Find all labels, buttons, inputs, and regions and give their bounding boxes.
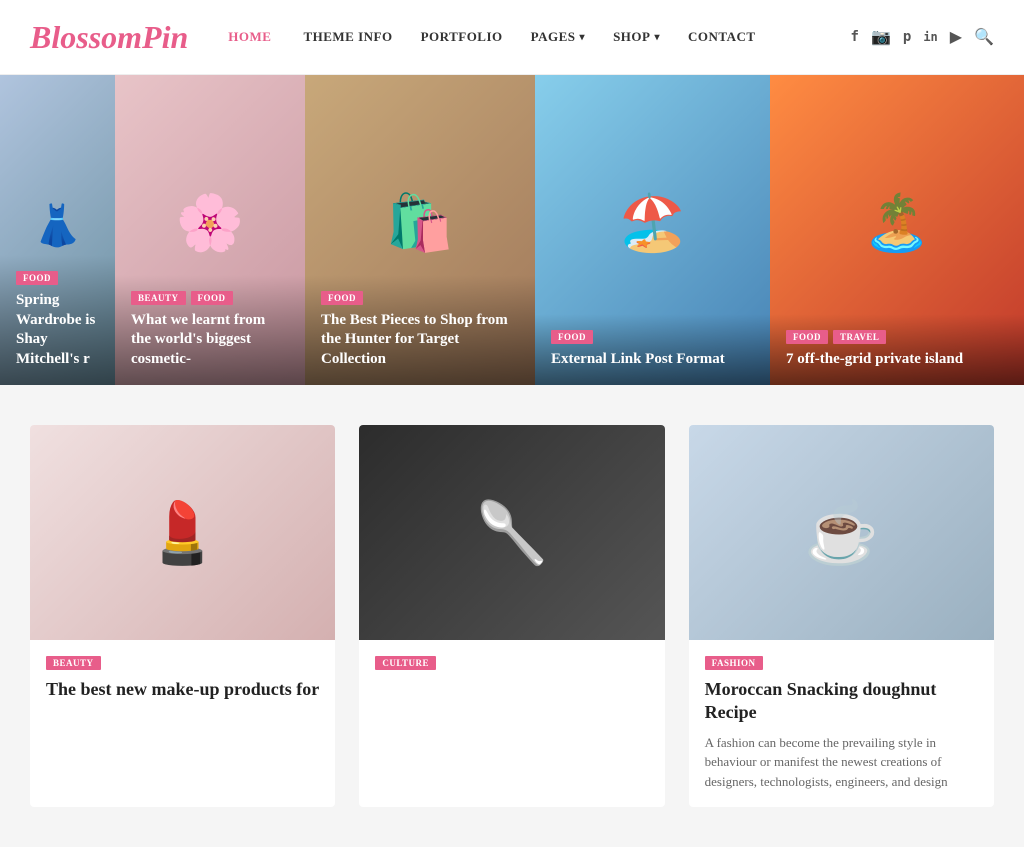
- hero-slide-1[interactable]: 👗 FOOD Spring Wardrobe is Shay Mitchell'…: [0, 75, 115, 385]
- coffee-icon: ☕: [804, 497, 879, 568]
- card-title-1: The best new make-up products for: [46, 678, 319, 701]
- card-img-1: 💄: [30, 425, 335, 640]
- logo-accent: Pin: [142, 19, 188, 55]
- youtube-icon[interactable]: ▶: [950, 27, 962, 47]
- tag-row-4: FOOD: [551, 330, 754, 344]
- tag-row-2: BEAUTY FOOD: [131, 291, 289, 305]
- tag-food-5[interactable]: FOOD: [786, 330, 828, 344]
- spices-icon: 🥄: [475, 497, 550, 568]
- card-img-2: 🥄: [359, 425, 664, 640]
- tag-food-3[interactable]: FOOD: [321, 291, 363, 305]
- hero-slider: 👗 FOOD Spring Wardrobe is Shay Mitchell'…: [0, 75, 1024, 385]
- card-tag-row-1: BEAUTY: [46, 656, 319, 670]
- card-3[interactable]: ☕ FASHION Moroccan Snacking doughnut Rec…: [689, 425, 994, 807]
- nav-item-themeinfo[interactable]: THEME INFO: [303, 29, 392, 45]
- card-body-1: BEAUTY The best new make-up products for: [30, 640, 335, 717]
- hero-slide-4[interactable]: 🏖️ FOOD External Link Post Format: [535, 75, 770, 385]
- nav-pages-label: PAGES: [531, 29, 576, 45]
- cards-grid: 💄 BEAUTY The best new make-up products f…: [30, 425, 994, 807]
- slide-overlay-5: FOOD TRAVEL 7 off-the-grid private islan…: [770, 314, 1024, 386]
- tag-food-4[interactable]: FOOD: [551, 330, 593, 344]
- cards-section: 💄 BEAUTY The best new make-up products f…: [0, 385, 1024, 847]
- nav-item-portfolio[interactable]: PORTFOLIO: [421, 29, 503, 45]
- hero-slide-5[interactable]: 🏝️ FOOD TRAVEL 7 off-the-grid private is…: [770, 75, 1024, 385]
- tag-row-5: FOOD TRAVEL: [786, 330, 1008, 344]
- slide-title-3: The Best Pieces to Shop from the Hunter …: [321, 311, 519, 370]
- card-tag-row-3: FASHION: [705, 656, 978, 670]
- chevron-down-icon: ▾: [654, 32, 660, 43]
- chevron-down-icon: ▾: [580, 32, 586, 43]
- card-tag-culture[interactable]: CULTURE: [375, 656, 436, 670]
- card-tag-row-2: CULTURE: [375, 656, 648, 670]
- slide-overlay-2: BEAUTY FOOD What we learnt from the worl…: [115, 275, 305, 386]
- card-img-3: ☕: [689, 425, 994, 640]
- slide-overlay-4: FOOD External Link Post Format: [535, 314, 770, 386]
- lipstick-icon: 💄: [145, 497, 220, 568]
- nav-item-pages[interactable]: PAGES ▾: [531, 29, 585, 45]
- pinterest-icon[interactable]: p: [903, 29, 911, 45]
- slide-overlay-3: FOOD The Best Pieces to Shop from the Hu…: [305, 275, 535, 386]
- slide-title-2: What we learnt from the world's biggest …: [131, 311, 289, 370]
- tag-row-3: FOOD: [321, 291, 519, 305]
- tag-beauty[interactable]: BEAUTY: [131, 291, 186, 305]
- card-2[interactable]: 🥄 CULTURE: [359, 425, 664, 807]
- card-body-2: CULTURE: [359, 640, 664, 694]
- slide-title-4: External Link Post Format: [551, 350, 754, 370]
- slide-title-5: 7 off-the-grid private island: [786, 350, 1008, 370]
- hero-slide-3[interactable]: 🛍️ FOOD The Best Pieces to Shop from the…: [305, 75, 535, 385]
- card-desc-3: A fashion can become the prevailing styl…: [705, 733, 978, 792]
- tag-row-1: FOOD: [16, 271, 99, 285]
- tag-food-2[interactable]: FOOD: [191, 291, 233, 305]
- logo[interactable]: BlossomPin: [30, 19, 188, 56]
- nav-shop-label: SHOP: [613, 29, 650, 45]
- facebook-icon[interactable]: f: [851, 29, 859, 45]
- nav-item-shop[interactable]: SHOP ▾: [613, 29, 660, 45]
- slide-overlay-1: FOOD Spring Wardrobe is Shay Mitchell's …: [0, 255, 115, 385]
- logo-text: Blossom: [30, 19, 142, 55]
- search-icon[interactable]: 🔍: [974, 27, 994, 47]
- tag-food[interactable]: FOOD: [16, 271, 58, 285]
- card-tag-fashion[interactable]: FASHION: [705, 656, 763, 670]
- linkedin-icon[interactable]: in: [923, 30, 937, 44]
- card-title-3: Moroccan Snacking doughnut Recipe: [705, 678, 978, 725]
- hero-slide-2[interactable]: 🌸 BEAUTY FOOD What we learnt from the wo…: [115, 75, 305, 385]
- nav-item-home[interactable]: HOME: [228, 29, 275, 45]
- card-tag-beauty[interactable]: BEAUTY: [46, 656, 101, 670]
- tag-travel[interactable]: TRAVEL: [833, 330, 886, 344]
- main-nav: HOME THEME INFO PORTFOLIO PAGES ▾ SHOP ▾…: [228, 29, 850, 45]
- header: BlossomPin HOME THEME INFO PORTFOLIO PAG…: [0, 0, 1024, 75]
- nav-item-contact[interactable]: CONTACT: [688, 29, 756, 45]
- slide-title-1: Spring Wardrobe is Shay Mitchell's r: [16, 291, 99, 369]
- instagram-icon[interactable]: 📷: [871, 27, 891, 47]
- card-body-3: FASHION Moroccan Snacking doughnut Recip…: [689, 640, 994, 807]
- card-1[interactable]: 💄 BEAUTY The best new make-up products f…: [30, 425, 335, 807]
- social-icons: f 📷 p in ▶ 🔍: [851, 27, 994, 47]
